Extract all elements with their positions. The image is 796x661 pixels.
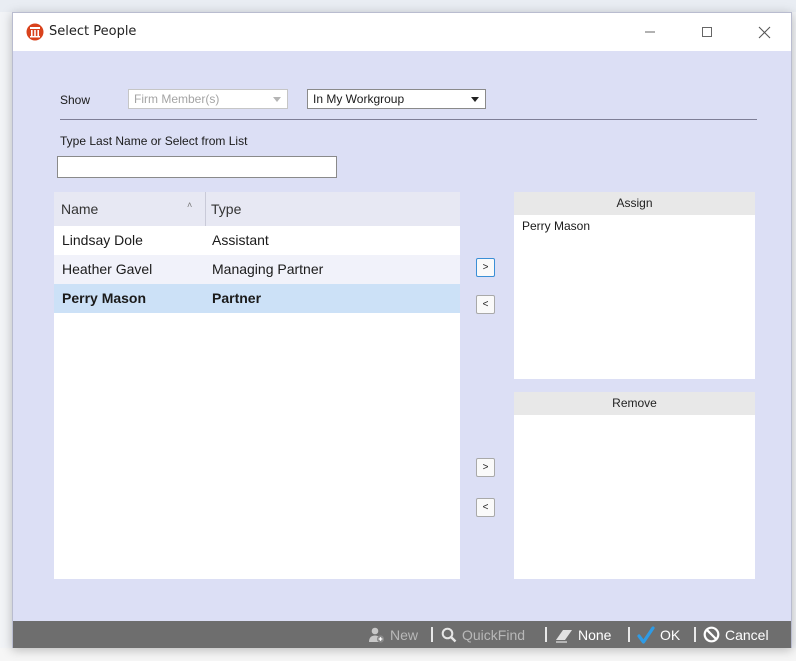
maximize-icon	[702, 27, 712, 37]
new-label: New	[390, 626, 419, 643]
search-label: Type Last Name or Select from List	[60, 134, 248, 148]
ok-label: OK	[660, 626, 681, 643]
close-icon	[758, 26, 770, 38]
chevron-down-icon	[273, 97, 281, 102]
checkmark-icon	[637, 625, 655, 644]
last-name-search-input[interactable]	[57, 156, 337, 178]
new-button[interactable]: New	[367, 621, 418, 648]
chevron-down-icon	[471, 97, 479, 102]
remove-panel[interactable]: Remove	[514, 392, 755, 579]
remove-from-remove-button[interactable]: <	[476, 498, 495, 517]
member-type-value: Firm Member(s)	[134, 92, 220, 106]
filter-separator	[60, 119, 757, 120]
person-type: Assistant	[212, 232, 269, 248]
table-row-selected[interactable]: Perry Mason Partner	[54, 284, 460, 313]
assign-list-item[interactable]: Perry Mason	[514, 215, 755, 233]
background-app-top	[0, 0, 796, 12]
none-button[interactable]: None	[555, 621, 611, 648]
footer-divider	[431, 627, 433, 642]
background-app-bottom	[0, 648, 796, 661]
person-name: Heather Gavel	[62, 261, 153, 277]
column-header-name[interactable]: Name	[61, 192, 98, 226]
person-type: Partner	[212, 290, 262, 306]
footer-divider	[545, 627, 547, 642]
close-button[interactable]	[741, 13, 787, 51]
select-people-dialog: Select People Show Firm Member(s) In My …	[12, 12, 792, 648]
table-row[interactable]: Lindsay Dole Assistant	[54, 226, 460, 255]
minimize-button[interactable]	[627, 13, 673, 51]
scope-value: In My Workgroup	[313, 92, 405, 106]
add-to-assign-button[interactable]: >	[476, 258, 495, 277]
footer-divider	[628, 627, 630, 642]
add-to-remove-button[interactable]: >	[476, 458, 495, 477]
column-header-type[interactable]: Type	[211, 192, 241, 226]
person-name: Perry Mason	[62, 290, 147, 306]
list-header: Name ˄ Type	[54, 192, 460, 226]
show-label: Show	[60, 93, 91, 107]
add-person-icon	[369, 627, 385, 643]
remove-panel-header: Remove	[514, 392, 755, 415]
table-row[interactable]: Heather Gavel Managing Partner	[54, 255, 460, 284]
quickfind-label: QuickFind	[462, 626, 526, 643]
remove-from-assign-button[interactable]: <	[476, 295, 495, 314]
background-app-right	[792, 12, 796, 661]
quickfind-button[interactable]: QuickFind	[441, 621, 525, 648]
minimize-icon	[645, 31, 655, 33]
sort-ascending-icon: ˄	[187, 200, 193, 210]
person-type: Managing Partner	[212, 261, 324, 277]
cancel-icon	[703, 626, 720, 643]
footer-toolbar: New QuickFind None OK Cancel	[13, 621, 791, 648]
title-bar[interactable]: Select People	[13, 13, 791, 51]
footer-divider	[694, 627, 696, 642]
cancel-button[interactable]: Cancel	[703, 621, 769, 648]
ok-button[interactable]: OK	[637, 621, 680, 648]
scope-select[interactable]: In My Workgroup	[307, 89, 486, 109]
column-divider[interactable]	[205, 192, 206, 226]
person-name: Lindsay Dole	[62, 232, 143, 248]
assign-panel[interactable]: Assign Perry Mason	[514, 192, 755, 379]
column-type-label: Type	[211, 201, 242, 217]
cancel-label: Cancel	[725, 626, 769, 643]
member-type-select[interactable]: Firm Member(s)	[128, 89, 288, 109]
maximize-button[interactable]	[684, 13, 730, 51]
none-label: None	[578, 626, 612, 643]
column-name-label: Name	[61, 201, 99, 217]
assign-panel-header: Assign	[514, 192, 755, 215]
dialog-title: Select People	[49, 24, 137, 39]
people-list[interactable]: Name ˄ Type Lindsay Dole Assistant Heath…	[54, 192, 460, 579]
eraser-icon	[556, 629, 572, 643]
app-logo-icon	[26, 23, 44, 41]
background-app-left	[0, 12, 12, 661]
search-icon	[441, 627, 457, 642]
